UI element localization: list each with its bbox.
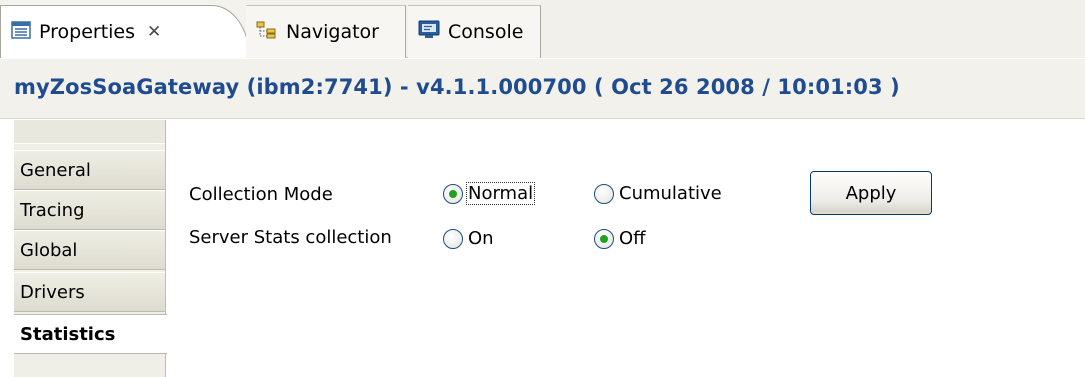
tab-bar-filler: [541, 0, 1085, 58]
collection-mode-label: Collection Mode: [189, 184, 333, 205]
collection-mode-cumulative-radio[interactable]: Cumulative: [594, 183, 723, 204]
tab-navigator[interactable]: Navigator: [246, 5, 406, 58]
category-tab-tracing[interactable]: Tracing: [14, 190, 165, 230]
category-tab-statistics[interactable]: Statistics: [14, 314, 167, 354]
page-title: myZosSoaGateway (ibm2:7741) - v4.1.1.000…: [14, 75, 900, 99]
close-icon[interactable]: ✕: [147, 22, 161, 42]
statistics-panel: Collection Mode Normal Cumulative Apply …: [167, 120, 1085, 377]
radio-unselected-icon[interactable]: [443, 228, 463, 249]
tab-console[interactable]: Console: [408, 5, 541, 58]
property-category-tabs: General Tracing Global Drivers Statistic…: [14, 120, 167, 377]
server-stats-on-radio[interactable]: On: [443, 228, 495, 249]
radio-label-off[interactable]: Off: [618, 228, 647, 249]
category-tab-drivers[interactable]: Drivers: [14, 272, 165, 312]
apply-button[interactable]: Apply: [810, 171, 932, 215]
tab-navigator-label: Navigator: [286, 21, 379, 43]
properties-header: myZosSoaGateway (ibm2:7741) - v4.1.1.000…: [0, 59, 1085, 119]
collection-mode-normal-radio[interactable]: Normal: [443, 182, 536, 205]
radio-unselected-icon[interactable]: [594, 183, 614, 204]
tab-properties-label: Properties: [39, 21, 136, 43]
category-tabs-top-strip: [14, 120, 165, 144]
category-tab-global[interactable]: Global: [14, 230, 165, 270]
server-stats-collection-label: Server Stats collection: [189, 227, 392, 248]
tab-properties[interactable]: Properties ✕: [0, 5, 250, 58]
category-tab-general[interactable]: General: [14, 150, 165, 190]
radio-label-cumulative[interactable]: Cumulative: [618, 183, 723, 204]
view-tab-bar: Properties ✕ Navigator Console: [0, 0, 1085, 58]
properties-icon: [11, 20, 31, 44]
navigator-icon: [256, 21, 278, 44]
server-stats-off-radio[interactable]: Off: [594, 228, 647, 249]
radio-label-on[interactable]: On: [467, 228, 495, 249]
tab-console-label: Console: [448, 21, 524, 43]
radio-label-normal[interactable]: Normal: [465, 182, 536, 205]
radio-selected-icon[interactable]: [594, 228, 614, 249]
console-icon: [418, 20, 440, 45]
radio-selected-icon[interactable]: [443, 183, 463, 204]
